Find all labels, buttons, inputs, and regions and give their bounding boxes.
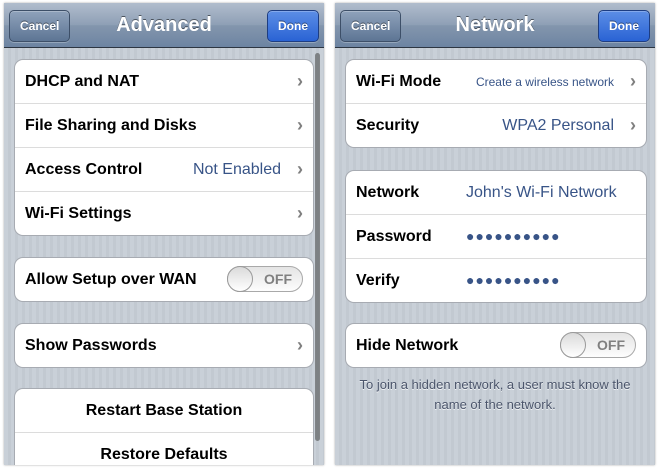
access-control-value: Not Enabled: [192, 161, 281, 178]
done-button[interactable]: Done: [598, 10, 650, 42]
chevron-right-icon: ›: [297, 115, 303, 135]
dhcp-nat-row[interactable]: DHCP and NAT ›: [15, 60, 313, 104]
navigation-bar: Cancel Advanced Done: [4, 3, 324, 48]
password-field[interactable]: ●●●●●●●●●●: [466, 215, 561, 258]
wan-setup-row: Allow Setup over WAN OFF: [15, 258, 313, 301]
advanced-settings-group: DHCP and NAT › File Sharing and Disks › …: [14, 59, 314, 236]
cancel-button[interactable]: Cancel: [9, 10, 71, 42]
file-sharing-row[interactable]: File Sharing and Disks ›: [15, 104, 313, 148]
mode-security-group: Wi-Fi Mode Create a wireless network › S…: [345, 59, 647, 148]
wan-setup-toggle[interactable]: OFF: [227, 266, 303, 292]
network-name-row: Network John's Wi-Fi Network: [346, 171, 646, 215]
row-label: Restore Defaults: [100, 446, 228, 463]
hide-network-toggle[interactable]: OFF: [560, 332, 636, 358]
wifi-mode-row[interactable]: Wi-Fi Mode Create a wireless network ›: [346, 60, 646, 104]
row-label: Password: [356, 228, 432, 245]
chevron-right-icon: ›: [297, 335, 303, 355]
row-label: File Sharing and Disks: [25, 117, 197, 134]
wifi-mode-value: Create a wireless network: [475, 75, 614, 89]
wan-setup-group: Allow Setup over WAN OFF: [14, 257, 314, 302]
chevron-right-icon: ›: [297, 159, 303, 179]
verify-password-field[interactable]: ●●●●●●●●●●: [466, 259, 561, 302]
security-value: WPA2 Personal: [502, 117, 614, 134]
verify-row: Verify ●●●●●●●●●●: [346, 259, 646, 302]
row-label: Wi-Fi Settings: [25, 205, 132, 222]
show-passwords-row[interactable]: Show Passwords ›: [15, 324, 313, 367]
network-credentials-group: Network John's Wi-Fi Network Password ●●…: [345, 170, 647, 303]
chevron-right-icon: ›: [297, 203, 303, 223]
password-row: Password ●●●●●●●●●●: [346, 215, 646, 259]
row-label: Show Passwords: [25, 337, 157, 354]
toggle-state: OFF: [597, 337, 625, 353]
show-passwords-group: Show Passwords ›: [14, 323, 314, 368]
chevron-right-icon: ›: [297, 71, 303, 91]
hidden-network-footnote: To join a hidden network, a user must kn…: [359, 377, 631, 412]
row-label: Security: [356, 117, 420, 134]
row-label: Restart Base Station: [85, 402, 243, 419]
row-label: Hide Network: [356, 337, 459, 354]
hide-network-row: Hide Network OFF: [346, 324, 646, 367]
row-label: Verify: [356, 272, 400, 289]
network-screen: Cancel Network Done Wi-Fi Mode Create a …: [335, 3, 655, 465]
security-row[interactable]: Security WPA2 Personal ›: [346, 104, 646, 147]
scrollbar[interactable]: [315, 53, 320, 441]
hide-network-group: Hide Network OFF: [345, 323, 647, 368]
chevron-right-icon: ›: [630, 115, 636, 135]
row-label: Access Control: [25, 161, 143, 178]
access-control-row[interactable]: Access Control Not Enabled ›: [15, 148, 313, 192]
page-title: Network: [455, 14, 535, 36]
done-button[interactable]: Done: [267, 10, 319, 42]
wifi-settings-row[interactable]: Wi-Fi Settings ›: [15, 192, 313, 235]
row-label: Network: [356, 184, 420, 201]
advanced-screen: Cancel Advanced Done DHCP and NAT › File…: [4, 3, 324, 465]
page-title: Advanced: [116, 14, 212, 36]
network-name-field[interactable]: John's Wi-Fi Network: [466, 171, 617, 214]
actions-group: Restart Base Station Restore Defaults: [14, 388, 314, 465]
restart-base-station-button[interactable]: Restart Base Station: [15, 389, 313, 433]
toggle-state: OFF: [264, 271, 292, 287]
toggle-knob[interactable]: [227, 266, 253, 292]
toggle-knob[interactable]: [560, 332, 586, 358]
restore-defaults-button[interactable]: Restore Defaults: [15, 433, 313, 465]
navigation-bar: Cancel Network Done: [335, 3, 655, 48]
chevron-right-icon: ›: [630, 71, 636, 91]
row-label: Wi-Fi Mode: [356, 73, 442, 90]
row-label: DHCP and NAT: [25, 73, 140, 90]
cancel-button[interactable]: Cancel: [340, 10, 402, 42]
row-label: Allow Setup over WAN: [25, 271, 197, 288]
